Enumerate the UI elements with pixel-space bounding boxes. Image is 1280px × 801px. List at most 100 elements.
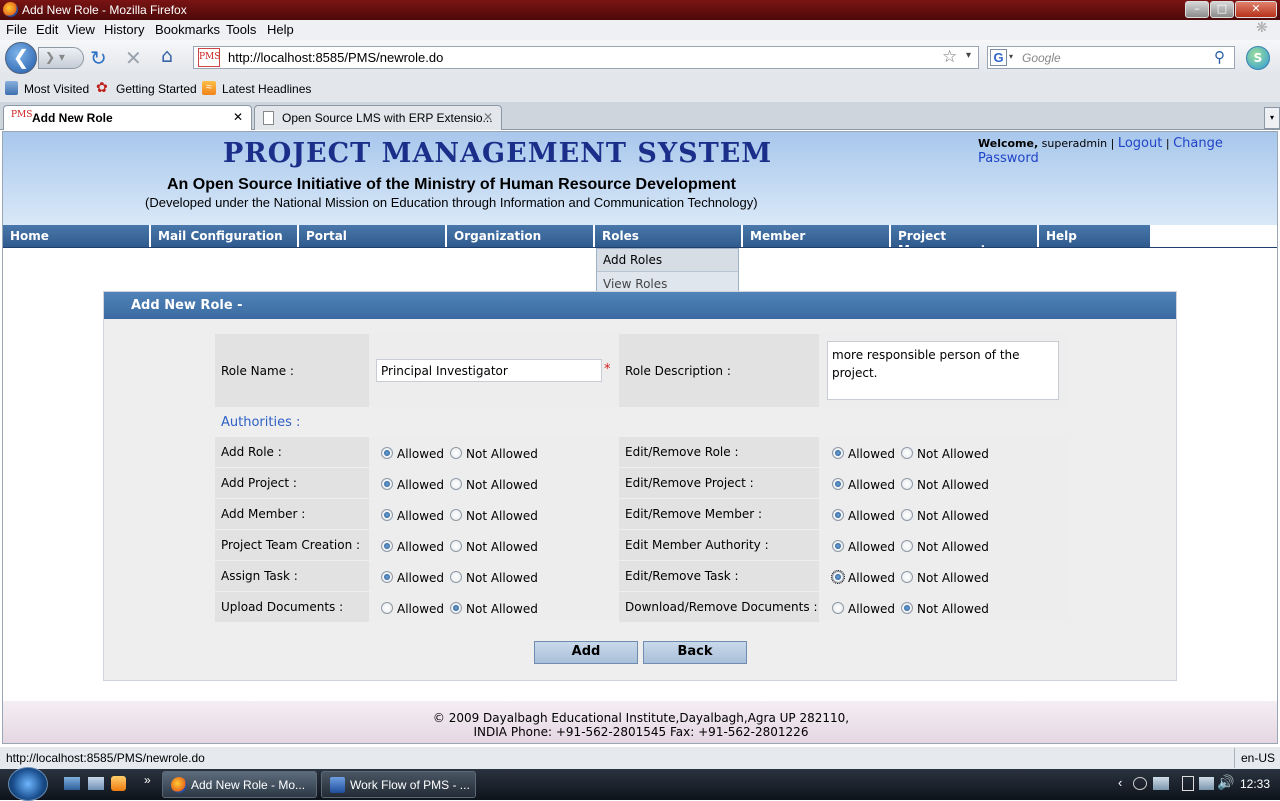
nav-help[interactable]: Help [1039, 225, 1151, 247]
add-member-not-allowed-radio[interactable] [450, 509, 462, 521]
edit-member-authority-label-cell: Edit Member Authority : [619, 530, 819, 560]
edit-remove-task-allowed-radio[interactable] [831, 570, 845, 584]
nav-roles[interactable]: Roles [595, 225, 742, 247]
edit-member-authority-not-allowed-radio[interactable] [901, 540, 913, 552]
add-role-allowed-radio[interactable] [381, 447, 393, 459]
back-button[interactable]: Back [643, 641, 747, 664]
quicklaunch-overflow-icon[interactable]: » [144, 773, 151, 787]
edit-member-authority-allowed-radio[interactable] [832, 540, 844, 552]
url-text[interactable]: http://localhost:8585/PMS/newrole.do [228, 50, 443, 65]
nav-member[interactable]: Member [743, 225, 890, 247]
bookmark-most-visited[interactable]: Most Visited [24, 82, 89, 96]
project-team-creation-allowed-radio[interactable] [381, 540, 393, 552]
nav-mail-configuration[interactable]: Mail Configuration [151, 225, 298, 247]
allowed-label: Allowed [397, 571, 445, 585]
menu-view[interactable]: View [67, 22, 95, 37]
upload-documents-allowed-radio[interactable] [381, 602, 393, 614]
menu-edit[interactable]: Edit [36, 22, 58, 37]
tab-list-button[interactable]: ▾ [1264, 107, 1280, 129]
auth-label: Edit/Remove Member : [625, 507, 763, 521]
search-placeholder[interactable]: Google [1022, 51, 1061, 65]
nav-home[interactable]: Home [3, 225, 150, 247]
allowed-label: Allowed [848, 602, 896, 616]
download-remove-documents-not-allowed-radio[interactable] [901, 602, 913, 614]
add-member-allowed-radio[interactable] [381, 509, 393, 521]
back-button[interactable]: ❮ [5, 42, 37, 74]
search-engine-icon[interactable]: G [990, 49, 1007, 66]
throbber-icon: ❋ [1256, 20, 1268, 36]
menu-tools[interactable]: Tools [226, 22, 256, 37]
nav-organization[interactable]: Organization [447, 225, 594, 247]
allowed-label: Allowed [848, 447, 896, 461]
switch-windows-icon[interactable] [88, 777, 104, 790]
skype-addon-icon[interactable]: S [1246, 46, 1270, 70]
auth-label: Edit/Remove Project : [625, 476, 754, 490]
logout-link[interactable]: Logout [1118, 136, 1163, 151]
tray-monitor-icon[interactable] [1153, 777, 1169, 790]
search-bar[interactable]: G ▾ Google ⚲ [987, 46, 1235, 69]
bookmark-latest-headlines[interactable]: Latest Headlines [222, 82, 311, 96]
roles-dropdown: Add Roles View Roles [596, 248, 739, 296]
add-project-not-allowed-radio[interactable] [450, 478, 462, 490]
tab-close-icon[interactable]: ✕ [483, 110, 493, 124]
forward-button[interactable]: ❯ ▾ [38, 47, 84, 69]
locale-indicator[interactable]: en-US [1234, 748, 1275, 768]
edit-remove-project-allowed-radio[interactable] [832, 478, 844, 490]
add-role-not-allowed-radio[interactable] [450, 447, 462, 459]
stop-icon[interactable]: ✕ [125, 46, 142, 70]
role-description-textarea[interactable]: more responsible person of the project. [827, 341, 1059, 400]
engine-dropdown-icon[interactable]: ▾ [1009, 52, 1013, 61]
upload-documents-not-allowed-radio[interactable] [450, 602, 462, 614]
role-name-input[interactable]: Principal Investigator [376, 359, 602, 382]
home-icon[interactable]: ⌂ [161, 45, 173, 67]
upload-documents-label-cell: Upload Documents : [215, 592, 369, 622]
assign-task-not-allowed-radio[interactable] [450, 571, 462, 583]
close-window-button[interactable]: ✕ [1235, 1, 1277, 18]
minimize-button[interactable]: – [1185, 1, 1209, 18]
auth-label: Assign Task : [221, 569, 298, 583]
edit-remove-role-not-allowed-radio[interactable] [901, 447, 913, 459]
nav-portal[interactable]: Portal [299, 225, 446, 247]
download-remove-documents-allowed-radio[interactable] [832, 602, 844, 614]
taskbar-clock[interactable]: 12:33 [1240, 777, 1270, 791]
add-project-allowed-radio[interactable] [381, 478, 393, 490]
search-icon[interactable]: ⚲ [1214, 48, 1225, 66]
taskbar-word[interactable]: Work Flow of PMS - ... [321, 771, 476, 798]
auth-label: Upload Documents : [221, 600, 344, 614]
tab-open-source-lms[interactable]: Open Source LMS with ERP Extensio... ✕ [254, 105, 502, 130]
tab-close-icon[interactable]: ✕ [233, 110, 243, 124]
assign-task-allowed-radio[interactable] [381, 571, 393, 583]
edit-remove-member-not-allowed-radio[interactable] [901, 509, 913, 521]
edit-remove-role-allowed-radio[interactable] [832, 447, 844, 459]
tab-add-new-role[interactable]: PMS Add New Role ✕ [3, 105, 252, 130]
url-bar[interactable]: PMS http://localhost:8585/PMS/newrole.do… [193, 46, 979, 69]
dropdown-add-roles[interactable]: Add Roles [597, 249, 738, 272]
start-button[interactable] [8, 767, 48, 801]
menu-file[interactable]: File [6, 22, 27, 37]
tray-device-icon[interactable] [1182, 776, 1194, 791]
url-dropdown-icon[interactable]: ▾ [966, 50, 971, 61]
edit-remove-member-allowed-radio[interactable] [832, 509, 844, 521]
media-player-icon[interactable] [111, 776, 126, 791]
not-allowed-label: Not Allowed [466, 447, 538, 461]
assign-task-label-cell: Assign Task : [215, 561, 369, 591]
firefox-icon [171, 777, 187, 793]
menu-bookmarks[interactable]: Bookmarks [155, 22, 220, 37]
edit-remove-task-not-allowed-radio[interactable] [901, 571, 913, 583]
maximize-button[interactable]: □ [1210, 1, 1234, 18]
volume-icon[interactable]: 🔊 [1217, 774, 1234, 791]
menu-help[interactable]: Help [267, 22, 294, 37]
tray-expand-icon[interactable]: ‹ [1118, 775, 1122, 790]
project-team-creation-not-allowed-radio[interactable] [450, 540, 462, 552]
show-desktop-icon[interactable] [64, 777, 80, 790]
edit-remove-project-not-allowed-radio[interactable] [901, 478, 913, 490]
menu-history[interactable]: History [104, 22, 144, 37]
reload-icon[interactable]: ↻ [90, 46, 107, 70]
nav-project-management[interactable]: Project Management [891, 225, 1038, 257]
add-button[interactable]: Add [534, 641, 638, 664]
network-icon[interactable] [1199, 777, 1214, 790]
bookmark-getting-started[interactable]: Getting Started [116, 82, 197, 96]
tray-clock-icon[interactable] [1133, 777, 1147, 790]
taskbar-firefox[interactable]: Add New Role - Mo... [162, 771, 317, 798]
bookmark-star-icon[interactable]: ☆ [942, 47, 957, 67]
